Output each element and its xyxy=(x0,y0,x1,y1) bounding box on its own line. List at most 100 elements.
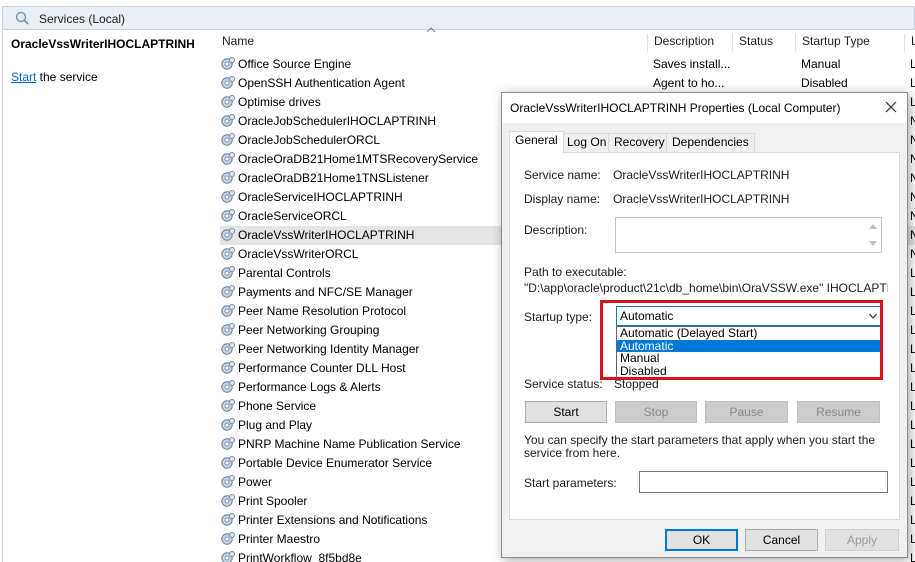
gear-icon xyxy=(221,76,235,89)
service-description: Saves install... xyxy=(653,57,731,71)
service-name: Peer Networking Identity Manager xyxy=(238,342,420,356)
general-tab-panel: Service name: OracleVssWriterIHOCLAPTRIN… xyxy=(509,152,900,520)
tab-recovery[interactable]: Recovery xyxy=(608,133,671,152)
service-logon: L xyxy=(910,399,915,413)
cancel-button[interactable]: Cancel xyxy=(745,529,818,551)
service-name: Optimise drives xyxy=(238,95,321,109)
service-name: OpenSSH Authentication Agent xyxy=(238,76,405,90)
startup-option[interactable]: Disabled xyxy=(617,364,882,378)
left-pane: OracleVssWriterIHOCLAPTRINH Start the se… xyxy=(2,31,210,562)
column-header-description[interactable]: Description xyxy=(647,34,714,52)
gear-icon xyxy=(221,171,235,184)
service-logon: L xyxy=(910,513,915,527)
startup-option[interactable]: Manual xyxy=(617,352,882,365)
service-logon: L xyxy=(910,456,915,470)
properties-dialog: OracleVssWriterIHOCLAPTRINH Properties (… xyxy=(501,92,908,558)
gear-icon xyxy=(221,342,235,355)
display-name-value: OracleVssWriterIHOCLAPTRINH xyxy=(613,192,790,206)
service-name: Plug and Play xyxy=(238,418,313,432)
startup-option[interactable]: Automatic (Delayed Start) xyxy=(617,327,882,340)
close-icon[interactable] xyxy=(883,99,899,115)
startup-type-label: Startup type: xyxy=(524,310,593,324)
services-header-title: Services (Local) xyxy=(39,12,126,26)
service-logon: L xyxy=(910,76,915,90)
dialog-titlebar: OracleVssWriterIHOCLAPTRINH Properties (… xyxy=(502,93,907,123)
service-logon: L xyxy=(910,380,915,394)
service-logon: L xyxy=(910,475,915,489)
tab-log-on[interactable]: Log On xyxy=(561,133,613,152)
gear-icon xyxy=(221,190,235,203)
service-name: OracleOraDB21Home1MTSRecoveryService xyxy=(238,152,479,166)
service-description: Agent to ho... xyxy=(653,76,725,90)
gear-icon xyxy=(221,152,235,165)
gear-icon xyxy=(221,114,235,127)
service-name: OracleJobSchedulerIHOCLAPTRINH xyxy=(238,114,437,128)
service-name-value: OracleVssWriterIHOCLAPTRINH xyxy=(613,168,790,182)
service-logon: L xyxy=(910,323,915,337)
service-logon: L xyxy=(910,95,915,109)
description-scrollbar[interactable] xyxy=(865,218,881,252)
service-name: PrintWorkflow_8f5bd8e xyxy=(238,551,362,562)
service-name: OracleServiceIHOCLAPTRINH xyxy=(238,190,403,204)
gear-icon xyxy=(221,228,235,241)
service-name: Payments and NFC/SE Manager xyxy=(238,285,413,299)
gear-icon xyxy=(221,247,235,260)
column-header-status[interactable]: Status xyxy=(732,34,773,52)
service-logon: N xyxy=(910,209,915,223)
scroll-up-icon[interactable] xyxy=(869,224,877,229)
service-startup-type: Disabled xyxy=(801,76,848,90)
service-name: OracleVssWriterORCL xyxy=(238,247,359,261)
apply-button[interactable]: Apply xyxy=(825,529,899,551)
tab-general[interactable]: General xyxy=(509,131,564,153)
start-params-input[interactable] xyxy=(639,471,888,493)
start-service-link[interactable]: Start xyxy=(11,70,36,84)
ok-button[interactable]: OK xyxy=(665,529,738,551)
column-header-name[interactable]: Name xyxy=(222,34,254,52)
service-name: Portable Device Enumerator Service xyxy=(238,456,433,470)
gear-icon xyxy=(221,494,235,507)
start-button[interactable]: Start xyxy=(525,401,607,423)
gear-icon xyxy=(221,361,235,374)
service-name: Peer Name Resolution Protocol xyxy=(238,304,407,318)
services-header: Services (Local) xyxy=(2,6,915,30)
service-logon: L xyxy=(910,418,915,432)
service-status-label: Service status: xyxy=(524,377,603,391)
service-status-value: Stopped xyxy=(614,377,659,391)
description-textbox[interactable] xyxy=(615,217,882,253)
service-logon: N xyxy=(910,247,915,261)
start-params-note: You can specify the start parameters tha… xyxy=(524,433,876,460)
service-logon: L xyxy=(910,532,915,546)
service-logon: L xyxy=(910,57,915,71)
gear-icon xyxy=(221,551,235,562)
gear-icon xyxy=(221,418,235,431)
column-header-startup-type[interactable]: Startup Type xyxy=(795,34,870,52)
gear-icon xyxy=(221,209,235,222)
gear-icon xyxy=(221,475,235,488)
service-name: Printer Extensions and Notifications xyxy=(238,513,428,527)
service-name: OracleVssWriterIHOCLAPTRINH xyxy=(238,228,415,242)
pause-button[interactable]: Pause xyxy=(705,401,788,423)
table-row[interactable]: OpenSSH Authentication Agent Agent to ho.… xyxy=(220,74,915,93)
gear-icon xyxy=(221,57,235,70)
service-logon: L xyxy=(910,494,915,508)
column-header-logon[interactable]: L xyxy=(904,34,915,52)
resume-button[interactable]: Resume xyxy=(797,401,880,423)
stop-button[interactable]: Stop xyxy=(615,401,697,423)
chevron-down-icon[interactable] xyxy=(869,313,877,319)
gear-icon xyxy=(221,456,235,469)
startup-type-combo[interactable]: Automatic xyxy=(616,306,883,326)
service-name: Power xyxy=(238,475,273,489)
start-service-action: Start the service xyxy=(11,70,98,84)
service-logon: N xyxy=(910,152,915,166)
display-name-label: Display name: xyxy=(524,192,601,206)
tab-dependencies[interactable]: Dependencies xyxy=(666,133,755,152)
service-logon: L xyxy=(910,266,915,280)
gear-icon xyxy=(221,399,235,412)
gear-icon xyxy=(221,513,235,526)
service-name: Peer Networking Grouping xyxy=(238,323,380,337)
startup-type-value: Automatic xyxy=(620,309,674,323)
sort-up-icon[interactable] xyxy=(426,26,436,34)
table-row[interactable]: Office Source Engine Saves install... Manu… xyxy=(220,55,915,74)
gear-icon xyxy=(221,380,235,393)
scroll-down-icon[interactable] xyxy=(869,241,877,246)
